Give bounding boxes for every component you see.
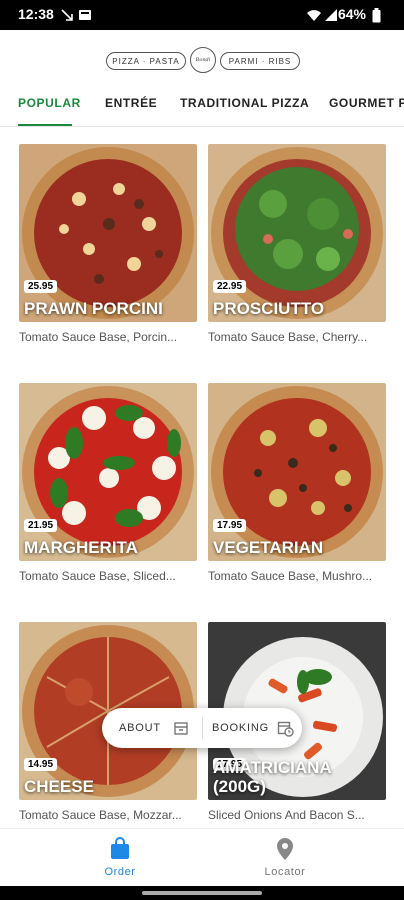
- price-badge: 17.95: [213, 519, 247, 532]
- price-badge: 21.95: [24, 519, 58, 532]
- item-name: PRAWN PORCINI: [24, 299, 163, 318]
- pizza-image: 22.95 PROSCIUTTO: [208, 144, 386, 322]
- menu-item-card[interactable]: 25.95 PRAWN PORCINI Tomato Sauce Base, P…: [19, 144, 197, 344]
- signal-icon: [325, 9, 337, 21]
- item-description: Tomato Sauce Base, Cherry...: [208, 330, 368, 344]
- menu-item-card[interactable]: 17.95 VEGETARIAN Tomato Sauce Base, Mush…: [208, 383, 386, 583]
- brand-logo: Bondi: [190, 47, 216, 73]
- tab-gourmet-pizza[interactable]: GOURMET PI: [329, 96, 404, 110]
- about-button[interactable]: ABOUT: [119, 708, 199, 748]
- item-description: Tomato Sauce Base, Porcin...: [19, 330, 178, 344]
- gesture-bar: [0, 886, 404, 900]
- status-bar: 12:38 64%: [0, 0, 404, 30]
- menu-item-card[interactable]: 22.95 PROSCIUTTO Tomato Sauce Base, Cher…: [208, 144, 386, 344]
- home-indicator[interactable]: [142, 891, 262, 895]
- calendar-clock-icon: [277, 721, 294, 737]
- store-icon: [174, 722, 188, 735]
- logo-right-text: PARMI · RIBS: [220, 52, 300, 70]
- shopping-bag-icon: [111, 837, 129, 859]
- item-description: Sliced Onions And Bacon S...: [208, 808, 365, 822]
- item-name: AMATRICIANA (200G): [213, 758, 332, 796]
- nav-locator[interactable]: Locator: [240, 837, 330, 878]
- notification-icon: [79, 10, 91, 20]
- wifi-icon: [307, 10, 321, 21]
- booking-label: BOOKING: [212, 722, 269, 734]
- item-name: MARGHERITA: [24, 538, 138, 557]
- app-header: PIZZA · PASTA Bondi PARMI · RIBS: [0, 30, 404, 96]
- about-booking-bar: ABOUT BOOKING: [102, 708, 302, 748]
- pizza-image: 17.95 VEGETARIAN: [208, 383, 386, 561]
- pizza-image: 25.95 PRAWN PORCINI: [19, 144, 197, 322]
- category-tabs: POPULAR ENTRÉE TRADITIONAL PIZZA GOURMET…: [0, 88, 404, 127]
- item-name: CHEESE: [24, 777, 94, 796]
- price-badge: 14.95: [24, 758, 58, 771]
- booking-button[interactable]: BOOKING: [212, 708, 297, 748]
- nav-order-label: Order: [104, 866, 136, 878]
- location-pin-icon: [277, 838, 293, 860]
- tab-popular[interactable]: POPULAR: [18, 96, 81, 110]
- battery-icon: [372, 8, 381, 23]
- item-name: VEGETARIAN: [213, 538, 324, 557]
- divider: [202, 717, 203, 739]
- price-badge: 22.95: [213, 280, 247, 293]
- active-tab-indicator: [18, 124, 72, 126]
- logo-left-text: PIZZA · PASTA: [106, 52, 186, 70]
- bottom-navigation: Order Locator: [0, 828, 404, 887]
- battery-percent: 64%: [337, 6, 366, 22]
- tab-entree[interactable]: ENTRÉE: [105, 96, 157, 110]
- tab-traditional-pizza[interactable]: TRADITIONAL PIZZA: [180, 96, 309, 110]
- nav-locator-label: Locator: [264, 866, 306, 878]
- missed-call-icon: [61, 9, 73, 21]
- item-description: Tomato Sauce Base, Mushro...: [208, 569, 373, 583]
- item-description: Tomato Sauce Base, Sliced...: [19, 569, 176, 583]
- price-badge: 25.95: [24, 280, 58, 293]
- item-name: PROSCIUTTO: [213, 299, 325, 318]
- status-time: 12:38: [18, 6, 54, 22]
- pizza-image: 21.95 MARGHERITA: [19, 383, 197, 561]
- nav-order[interactable]: Order: [75, 837, 165, 878]
- about-label: ABOUT: [119, 722, 161, 734]
- menu-item-card[interactable]: 21.95 MARGHERITA Tomato Sauce Base, Slic…: [19, 383, 197, 583]
- item-description: Tomato Sauce Base, Mozzar...: [19, 808, 182, 822]
